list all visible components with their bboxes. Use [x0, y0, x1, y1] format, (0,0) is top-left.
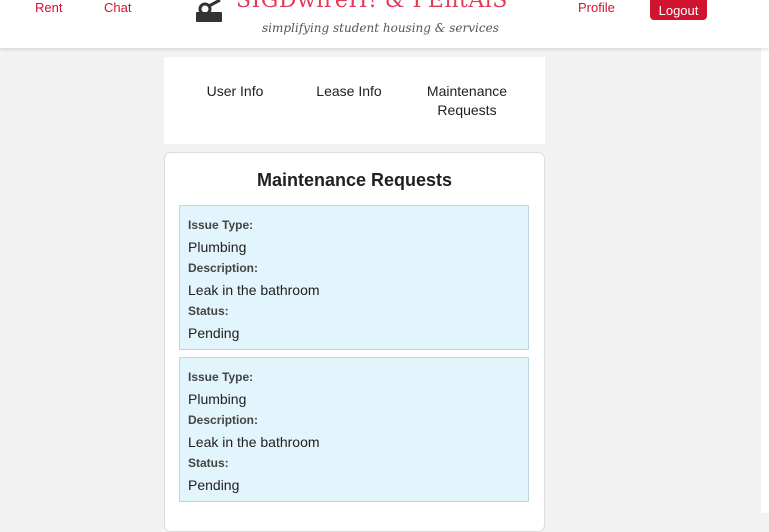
nav-chat-link[interactable]: Chat: [104, 0, 131, 15]
status-label: Status:: [188, 304, 229, 318]
issue-type-label: Issue Type:: [188, 218, 254, 232]
brand-tagline: simplifying student housing & services: [262, 21, 499, 35]
description-value: Leak in the bathroom: [188, 282, 320, 298]
issue-type-label: Issue Type:: [188, 370, 254, 384]
issue-type-value: Plumbing: [188, 391, 247, 407]
status-value: Pending: [188, 477, 240, 493]
nav-profile-link[interactable]: Profile: [578, 0, 615, 15]
description-value: Leak in the bathroom: [188, 434, 320, 450]
top-navbar: Rent Chat SIGDwireH! & PEntAlS simplifyi…: [0, 0, 769, 48]
description-label: Description:: [188, 413, 259, 427]
page-edge: [761, 48, 769, 513]
maintenance-request-item: Issue Type: Plumbing Description: Leak i…: [179, 357, 529, 502]
status-label: Status:: [188, 456, 229, 470]
nav-rent-link[interactable]: Rent: [35, 0, 62, 15]
logout-button[interactable]: Logout: [650, 0, 707, 20]
tab-maintenance-requests[interactable]: Maintenance Requests: [420, 82, 514, 120]
tab-lease-info[interactable]: Lease Info: [312, 82, 386, 101]
maintenance-request-item: Issue Type: Plumbing Description: Leak i…: [179, 205, 529, 350]
tab-user-info[interactable]: User Info: [200, 82, 270, 101]
brand-title[interactable]: SIGDwireH! & PEntAlS: [236, 0, 508, 13]
maintenance-requests-title: Maintenance Requests: [256, 170, 453, 190]
issue-type-value: Plumbing: [188, 239, 247, 255]
status-value: Pending: [188, 325, 240, 341]
description-label: Description:: [188, 261, 259, 275]
key-logo-icon[interactable]: [195, 0, 223, 22]
